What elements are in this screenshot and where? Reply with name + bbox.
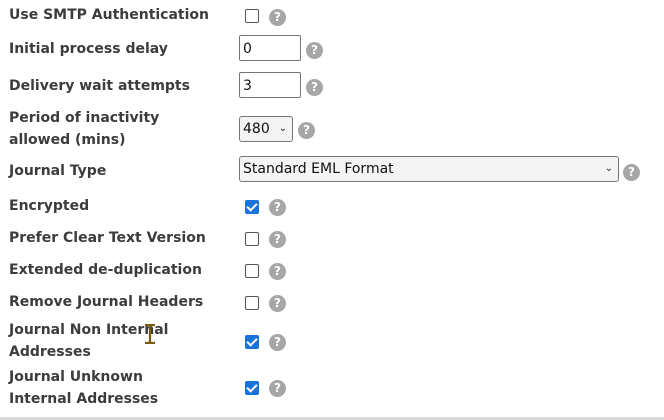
help-icon[interactable]: ? [306, 42, 323, 59]
delivery-wait-attempts-input[interactable]: 3 [239, 72, 301, 98]
initial-process-delay-input[interactable]: 0 [239, 35, 301, 61]
chevron-down-icon: ⌄ [278, 123, 287, 134]
checkbox-encrypted[interactable] [245, 200, 259, 214]
journal-type-value: Standard EML Format [243, 161, 394, 177]
checkbox-extended-de-duplication[interactable] [245, 264, 259, 278]
label-journal-unknown-internal-addresses: Journal Unknown Internal Addresses [9, 369, 159, 407]
help-icon[interactable]: ? [269, 334, 286, 351]
checkbox-journal-unknown-internal-addresses[interactable] [245, 381, 259, 395]
label-encrypted: Encrypted [9, 198, 90, 214]
help-icon[interactable]: ? [623, 164, 640, 181]
label-journal-type: Journal Type [9, 163, 107, 179]
checkbox-use-smtp-authentication[interactable] [245, 9, 259, 23]
label-delivery-wait-attempts: Delivery wait attempts [9, 78, 190, 94]
checkbox-remove-journal-headers[interactable] [245, 296, 259, 310]
journal-type-select[interactable]: Standard EML Format ⌄ [239, 156, 619, 182]
label-initial-process-delay: Initial process delay [9, 41, 168, 57]
checkbox-prefer-clear-text-version[interactable] [245, 232, 259, 246]
text-cursor-icon [145, 324, 155, 344]
help-icon[interactable]: ? [269, 231, 286, 248]
period-of-inactivity-value: 480 [243, 121, 270, 137]
help-icon[interactable]: ? [298, 122, 315, 139]
period-of-inactivity-select[interactable]: 480 ⌄ [239, 116, 293, 142]
label-use-smtp-authentication: Use SMTP Authentication [9, 7, 210, 23]
help-icon[interactable]: ? [269, 199, 286, 216]
help-icon[interactable]: ? [269, 9, 286, 26]
checkbox-journal-non-internal-addresses[interactable] [245, 335, 259, 349]
help-icon[interactable]: ? [269, 295, 286, 312]
label-period-of-inactivity: Period of inactivity allowed (mins) [9, 110, 160, 148]
help-icon[interactable]: ? [269, 263, 286, 280]
label-prefer-clear-text-version: Prefer Clear Text Version [9, 230, 206, 246]
help-icon[interactable]: ? [269, 380, 286, 397]
chevron-down-icon: ⌄ [604, 163, 613, 174]
label-remove-journal-headers: Remove Journal Headers [9, 294, 204, 310]
help-icon[interactable]: ? [306, 79, 323, 96]
label-extended-de-duplication: Extended de-duplication [9, 262, 202, 278]
